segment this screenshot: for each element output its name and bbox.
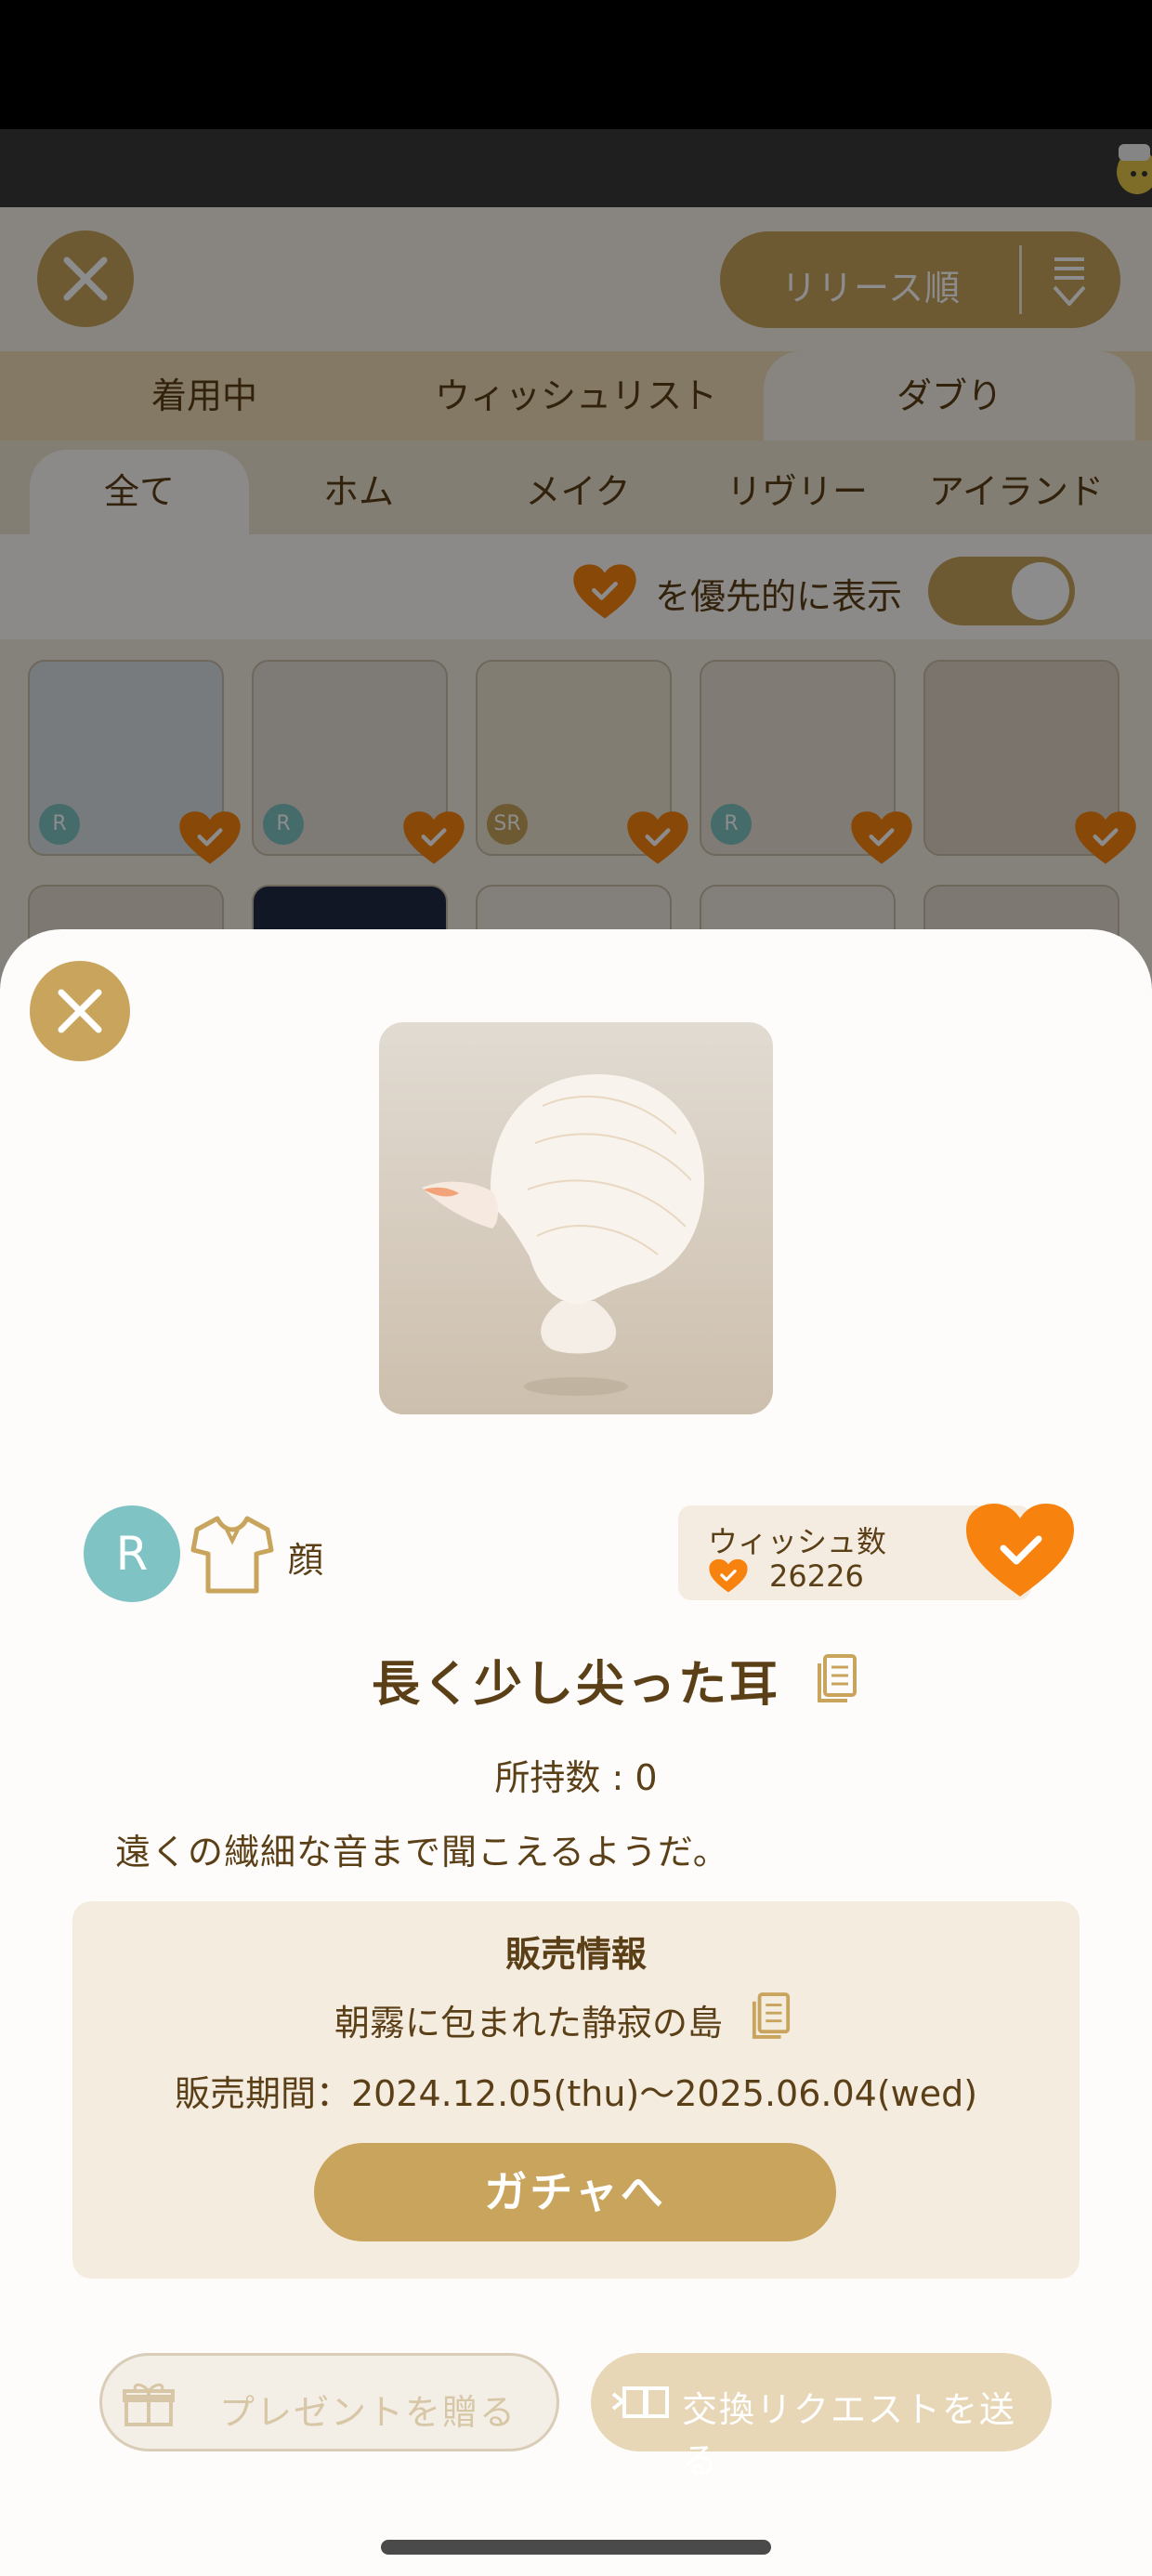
close-button[interactable]	[30, 961, 130, 1061]
rarity-badge: R	[84, 1505, 180, 1602]
shirt-icon	[190, 1516, 274, 1594]
item-preview	[379, 1022, 773, 1414]
heart-check-icon	[709, 1558, 748, 1593]
copy-icon[interactable]	[816, 1652, 858, 1704]
copy-icon[interactable]	[751, 1991, 792, 2041]
close-icon	[58, 989, 102, 1033]
item-name: 長く少し尖った耳	[371, 1657, 780, 1713]
send-gift-button[interactable]: プレゼントを贈る	[99, 2353, 559, 2451]
go-to-gacha-button[interactable]: ガチャへ	[314, 2143, 836, 2241]
exchange-icon	[611, 2386, 669, 2418]
wish-count: 26226	[769, 1558, 864, 1594]
ear-item-image	[422, 1074, 704, 1396]
home-indicator[interactable]	[381, 2540, 771, 2555]
item-description: 遠くの繊細な音まで聞こえるようだ。	[115, 1832, 729, 1873]
status-bar	[0, 0, 1152, 129]
item-detail-sheet: R 顔 ウィッシュ数 26226 長く少し尖った耳 所持数 : 0 遠くの繊細な…	[0, 929, 1152, 2576]
sale-title: 販売情報	[504, 1934, 647, 1975]
send-gift-label: プレゼントを贈る	[219, 2392, 517, 2433]
wish-title: ウィッシュ数	[708, 1524, 887, 1559]
owned-count: 所持数 : 0	[494, 1757, 658, 1798]
sale-info-box: 販売情報 朝霧に包まれた静寂の島 販売期間：2024.12.05(thu)〜20…	[72, 1901, 1080, 2279]
category-label: 顔	[288, 1540, 324, 1581]
gift-icon	[123, 2383, 175, 2426]
sale-period: 販売期間：2024.12.05(thu)〜2025.06.04(wed)	[174, 2073, 978, 2114]
send-trade-request-button[interactable]: 交換リクエストを送る	[591, 2353, 1052, 2481]
send-trade-request-label: 交換リクエストを送る	[682, 2389, 1017, 2481]
wish-heart-button[interactable]	[962, 1500, 1078, 1602]
sale-place: 朝霧に包まれた静寂の島	[334, 2003, 724, 2044]
